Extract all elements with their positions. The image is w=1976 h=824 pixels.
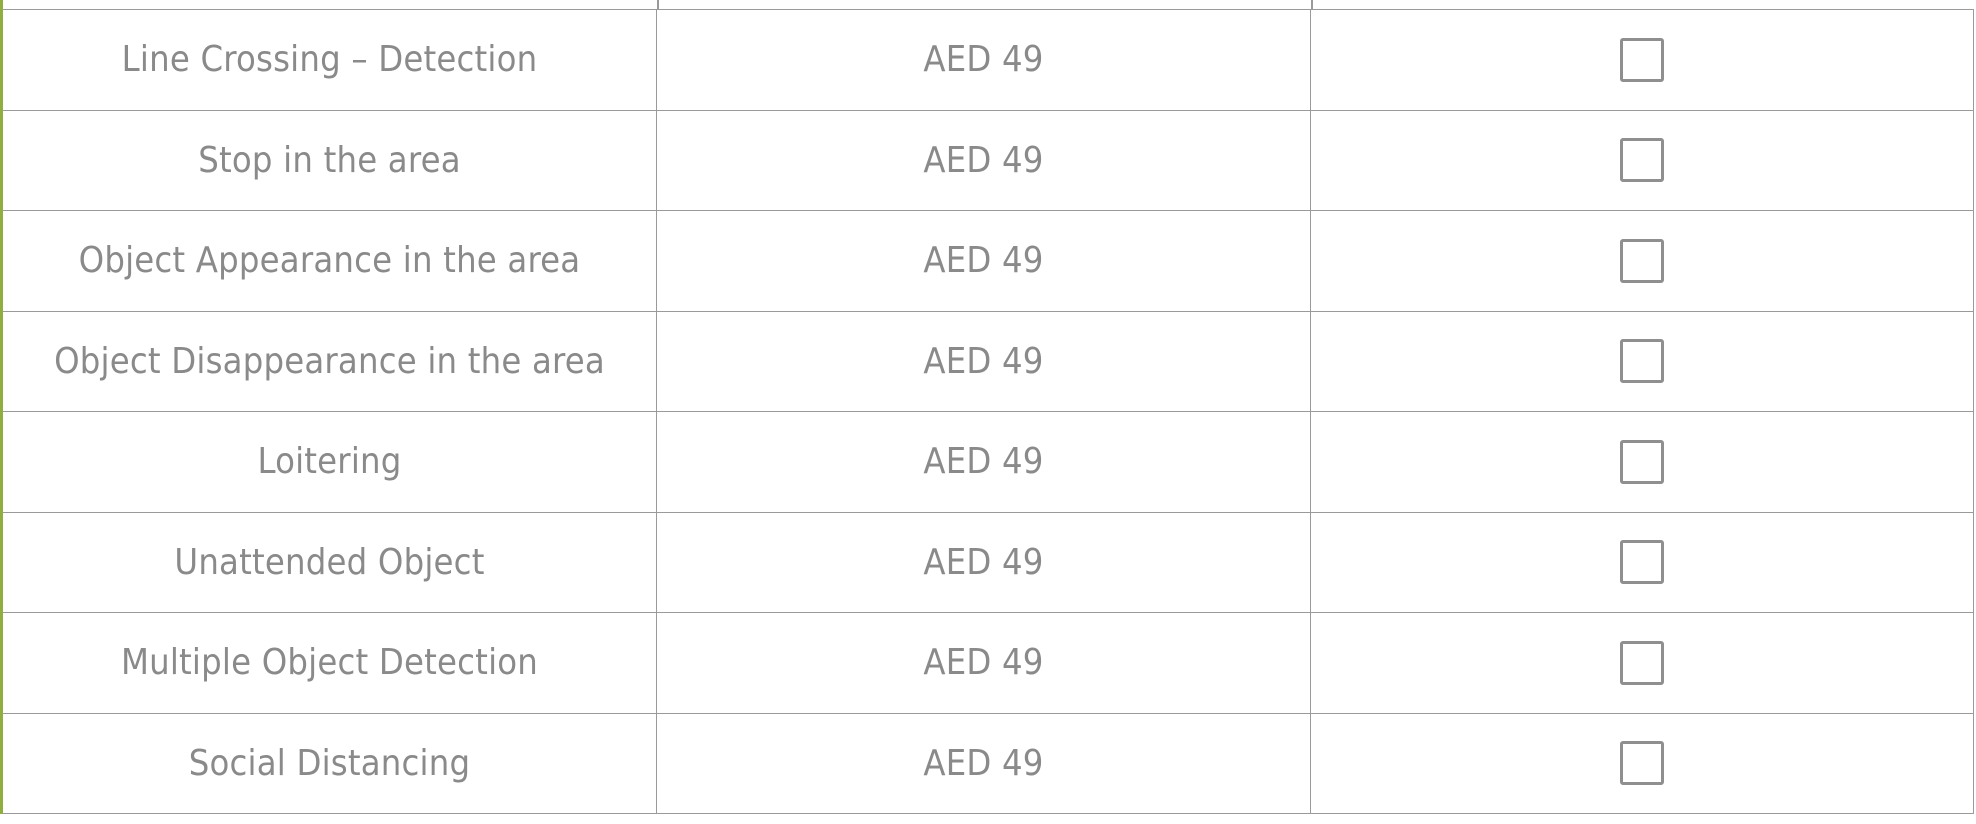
select-cell (1311, 10, 1974, 110)
feature-price: AED 49 (657, 311, 1311, 411)
table-top-rule (3, 0, 1974, 10)
feature-name: Stop in the area (3, 110, 657, 210)
select-cell (1311, 412, 1974, 512)
checkbox-unchecked-icon[interactable] (1620, 37, 1664, 82)
select-cell (1311, 311, 1974, 411)
checkbox-unchecked-icon[interactable] (1620, 640, 1664, 685)
table-row: Stop in the area AED 49 (3, 110, 1974, 211)
checkbox-unchecked-icon[interactable] (1620, 138, 1664, 183)
select-cell (1311, 512, 1974, 612)
checkbox-unchecked-icon[interactable] (1620, 540, 1664, 585)
feature-price: AED 49 (657, 110, 1311, 210)
checkbox-unchecked-icon[interactable] (1620, 439, 1664, 484)
checkbox-unchecked-icon[interactable] (1620, 339, 1664, 384)
table-row: Unattended Object AED 49 (3, 512, 1974, 613)
checkbox-unchecked-icon[interactable] (1620, 741, 1664, 786)
select-cell (1311, 713, 1974, 813)
feature-price: AED 49 (657, 412, 1311, 512)
feature-price: AED 49 (657, 512, 1311, 612)
feature-name: Loitering (3, 412, 657, 512)
addons-table: Line Crossing – Detection AED 49 Stop in… (3, 0, 1974, 814)
feature-name: Object Disappearance in the area (3, 311, 657, 411)
feature-name: Multiple Object Detection (3, 613, 657, 713)
feature-name: Object Appearance in the area (3, 211, 657, 311)
table-row: Object Appearance in the area AED 49 (3, 211, 1974, 312)
feature-name: Line Crossing – Detection (3, 10, 657, 110)
feature-name: Unattended Object (3, 512, 657, 612)
select-cell (1311, 211, 1974, 311)
checkbox-unchecked-icon[interactable] (1620, 238, 1664, 283)
select-cell (1311, 613, 1974, 713)
table-row: Loitering AED 49 (3, 412, 1974, 513)
select-cell (1311, 110, 1974, 210)
addons-table-page: Line Crossing – Detection AED 49 Stop in… (0, 0, 1976, 824)
table-row: Multiple Object Detection AED 49 (3, 613, 1974, 714)
table-row: Social Distancing AED 49 (3, 713, 1974, 814)
feature-price: AED 49 (657, 613, 1311, 713)
table-row: Line Crossing – Detection AED 49 (3, 10, 1974, 111)
feature-name: Social Distancing (3, 713, 657, 813)
column-divider-stub (657, 0, 659, 10)
feature-price: AED 49 (657, 10, 1311, 110)
feature-price: AED 49 (657, 211, 1311, 311)
feature-price: AED 49 (657, 713, 1311, 813)
column-divider-stub (1311, 0, 1313, 10)
table-row: Object Disappearance in the area AED 49 (3, 311, 1974, 412)
